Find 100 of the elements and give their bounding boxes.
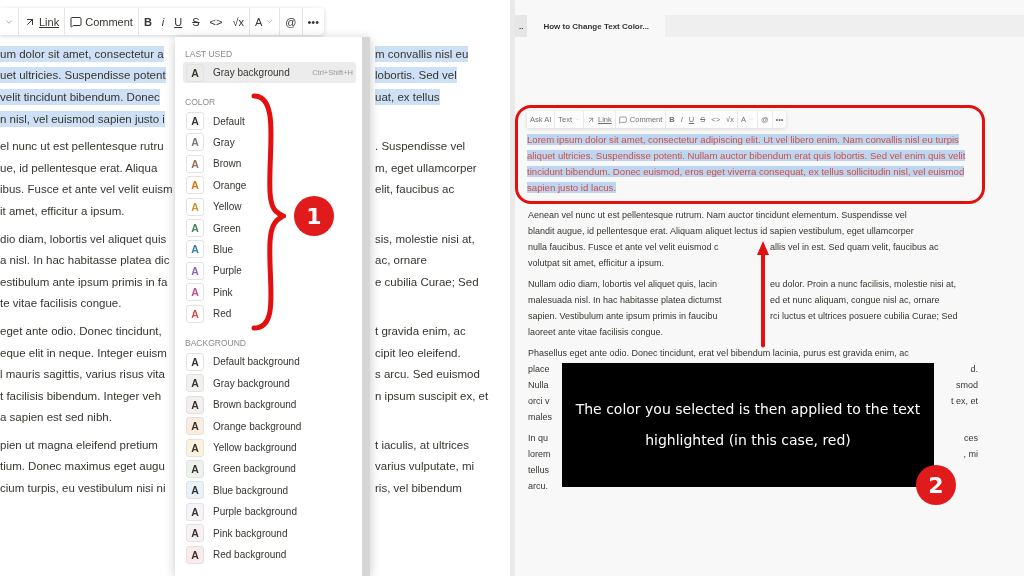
text-line: s arcu. Sed euismod xyxy=(375,367,480,383)
text-line: tium. Donec maximus eget augu xyxy=(0,459,165,475)
toolbar-button[interactable]: @ xyxy=(280,15,302,28)
text-line: ac, ornare xyxy=(375,253,427,269)
menu-item[interactable]: A Orange xyxy=(183,174,250,196)
menu-item[interactable]: A Green background xyxy=(183,458,299,480)
text-line: el nunc ut est pellentesque rutru xyxy=(0,139,164,155)
color-swatch: A xyxy=(186,112,204,131)
text-line: ed et nunc aliquam, congue nisl ac, ornare xyxy=(770,294,940,307)
arrow-icon xyxy=(587,115,596,124)
text-line: it amet, efficitur a ipsum. xyxy=(0,203,125,219)
text-line: t iaculis, at ultrices xyxy=(375,437,469,453)
toolbar-button[interactable]: U xyxy=(169,15,188,28)
color-swatch: A xyxy=(186,133,204,152)
paragraph: Lorem ipsum dolor sit amet, consectetur adipiscing elit. Ut vel libero enim. Nam convallis nisl eu turpis aliquet ultricies. Suspendisse potenti. Nullam auctor bibendum erat quis lobortis. Sed vel enim quis velit tincidunt bibendum. Donec euismod, eros eget viverra consequat, ex tellus sollicitudin nisl, vel euismod sapien justo id lacus. xyxy=(527,133,967,195)
text-line: eque elit in neque. Integer euism xyxy=(0,345,167,361)
text-line: l mauris sagittis, varius risus vita xyxy=(0,367,165,383)
color-swatch: A xyxy=(186,374,204,393)
menu-item[interactable]: A Pink xyxy=(183,281,236,303)
text-line: d. xyxy=(970,363,978,376)
browser-tab[interactable]: .. xyxy=(515,15,528,37)
text-line: ibus. Fusce et ante vel velit euism xyxy=(0,182,173,198)
text-line: eu dolor. Proin a nunc facilisis, molestie nisi at, xyxy=(770,278,957,291)
color-swatch: A xyxy=(186,395,204,414)
text-line: sapien. Vestibulum ante ipsum primis in faucibu xyxy=(528,310,718,323)
color-swatch: A xyxy=(186,283,204,302)
toolbar-button[interactable]: S xyxy=(187,15,205,28)
menu-item[interactable]: A Yellow background xyxy=(183,436,300,459)
menu-item[interactable]: A Red background xyxy=(183,543,290,566)
menu-item[interactable]: A Yellow xyxy=(183,195,245,218)
toolbar-button[interactable]: B xyxy=(138,15,157,28)
text-line: ris, vel bibendum xyxy=(375,481,462,497)
menu-item[interactable]: A Default xyxy=(183,110,248,132)
text-line: nulla faucibus. Fusce et ante vel velit euismod c xyxy=(528,241,719,254)
color-swatch: A xyxy=(186,304,204,323)
text-line: eget ante odio. Donec tincidunt, xyxy=(0,323,162,339)
menu-item[interactable]: A Pink background xyxy=(183,522,291,544)
menu-item[interactable]: A Orange background xyxy=(183,415,305,437)
text-line: malesuada nisl. In hac habitasse platea dictumst xyxy=(528,294,722,307)
text-line: Nullam odio diam, lobortis vel aliquet quis, lacin xyxy=(528,278,718,291)
text-line: a sapien est sed nibh. xyxy=(0,410,112,426)
text-line: varius vulputate, mi xyxy=(375,459,475,475)
text-line: Nulla xyxy=(528,379,549,392)
text-line: allis vel in est. Sed quam velit, faucibus ac xyxy=(770,241,939,254)
toolbar-button[interactable]: √x xyxy=(227,15,249,28)
text-line: cipit leo eleifend. xyxy=(375,345,461,361)
toolbar-button[interactable]: i xyxy=(156,15,170,28)
menu-item[interactable]: A Purple background xyxy=(183,501,300,523)
text-line: laoreet ante vitae facilisis congue. xyxy=(528,326,664,339)
text-line: Phasellus eget ante odio. Donec tincidunt, erat vel bibendum lacinia, purus est gravida enim, ac xyxy=(528,347,909,360)
menu-item[interactable]: A Purple xyxy=(183,260,245,282)
text-line: males xyxy=(528,411,552,424)
toolbar-button[interactable]: A xyxy=(250,15,280,28)
toolbar-button[interactable]: Comment xyxy=(65,15,138,28)
menu-item[interactable]: A Brown xyxy=(183,153,245,175)
menu-item[interactable]: A Gray xyxy=(183,131,238,154)
text-line: orci v xyxy=(528,395,550,408)
color-swatch: A xyxy=(186,176,204,195)
text-line: volutpat sit amet, efficitur a ipsum. xyxy=(528,257,664,270)
toolbar-button[interactable]: <> xyxy=(204,15,228,28)
menu-item[interactable]: A Red xyxy=(183,302,235,325)
comment-icon xyxy=(618,115,627,124)
toolbar-button[interactable]: ••• xyxy=(302,15,325,28)
browser-tab[interactable]: How to Change Text Color... xyxy=(527,15,666,37)
text-line: tellus xyxy=(528,464,549,477)
color-swatch: A xyxy=(186,417,204,436)
menu-item[interactable]: A Green xyxy=(183,217,244,239)
text-line: e cubilia Curae; Sed xyxy=(375,274,479,290)
caret-icon xyxy=(265,17,275,26)
text-line: smod xyxy=(956,379,978,392)
color-swatch: A xyxy=(186,219,204,238)
menu-item[interactable]: A Blue background xyxy=(183,479,292,502)
color-swatch: A xyxy=(186,502,204,521)
section-heading: LAST USED xyxy=(185,49,234,59)
menu-item[interactable]: A Default background xyxy=(183,351,303,373)
text-line: cium turpis, eu vestibulum nisi ni xyxy=(0,481,166,497)
menu-item[interactable]: A Gray background xyxy=(183,372,293,395)
text-line: ue, id pellentesque erat. Aliqua xyxy=(0,160,158,176)
color-swatch: A xyxy=(186,545,204,564)
color-swatch: A xyxy=(186,197,204,216)
color-swatch: A xyxy=(186,481,204,500)
menu-item[interactable]: A Blue xyxy=(183,238,236,261)
text-line: In qu xyxy=(528,432,549,445)
color-swatch: A xyxy=(186,63,204,82)
text-line: a nisl. In hac habitasse platea dic xyxy=(0,253,170,269)
section-heading: BACKGROUND xyxy=(185,338,247,349)
text-line: rci luctus et ultrices posuere cubilia Curae; Sed xyxy=(770,310,958,323)
toolbar-button[interactable]: Link xyxy=(19,15,65,28)
text-line: arcu. xyxy=(528,480,548,493)
menu-item[interactable]: A Brown background xyxy=(183,394,300,416)
color-swatch: A xyxy=(186,154,204,173)
text-line: pien ut magna eleifend pretium xyxy=(0,437,158,453)
text-line: sis, molestie nisi at, xyxy=(375,231,475,247)
color-swatch: A xyxy=(186,240,204,259)
text-line: ces xyxy=(964,432,978,445)
color-swatch: A xyxy=(186,524,204,543)
text-line: n ipsum suscipit ex, et xyxy=(375,388,489,404)
text-line: m, eget ullamcorper xyxy=(375,160,477,176)
color-swatch: A xyxy=(186,459,204,478)
text-line: dio diam, lobortis vel aliquet quis xyxy=(0,231,167,247)
